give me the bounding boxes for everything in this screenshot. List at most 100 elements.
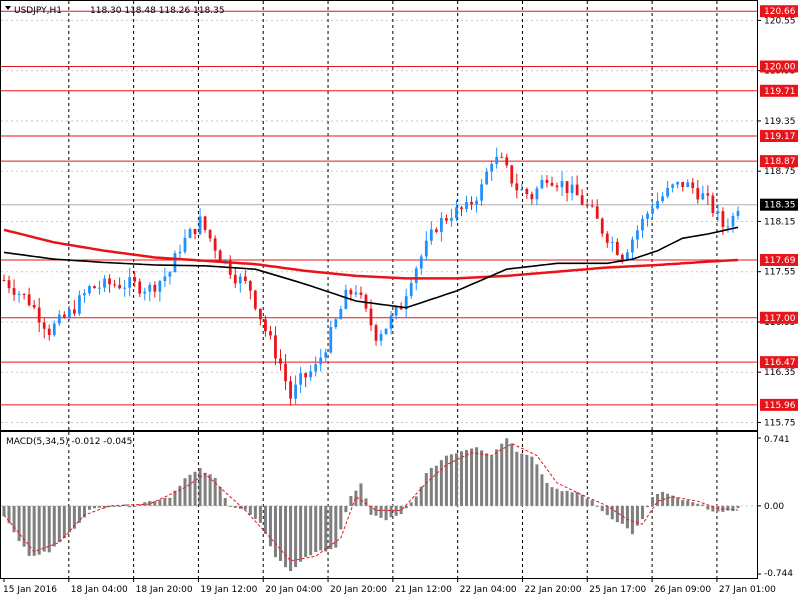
- macd-histogram-bar: [289, 505, 293, 571]
- macd-histogram-bar: [32, 505, 36, 556]
- candle-body: [424, 240, 428, 257]
- macd-histogram-bar: [384, 505, 388, 521]
- macd-histogram-bar: [530, 456, 534, 506]
- macd-histogram-bar: [294, 505, 298, 568]
- macd-histogram-bar: [585, 499, 589, 506]
- candle-body: [445, 218, 448, 221]
- macd-histogram-bar: [47, 505, 51, 553]
- macd-histogram-bar: [359, 483, 363, 506]
- macd-histogram-bar: [233, 505, 237, 508]
- candle-body: [12, 288, 16, 295]
- candle-body: [78, 295, 81, 314]
- candle-body: [158, 280, 162, 292]
- candle-body: [706, 193, 710, 196]
- candle-body: [731, 215, 735, 227]
- macd-histogram-bar: [429, 467, 433, 506]
- candle-body: [22, 293, 26, 295]
- time-tick-label: 25 Jan 17:00: [589, 585, 646, 595]
- candle-body: [525, 189, 529, 195]
- macd-histogram-bar: [27, 505, 31, 556]
- price-tick-label: 116.35: [764, 368, 796, 378]
- candle-body: [716, 211, 720, 213]
- candle-body: [344, 289, 348, 309]
- candle-body: [495, 156, 499, 165]
- candle-body: [500, 156, 504, 158]
- candle-body: [208, 229, 212, 239]
- chart-canvas[interactable]: 120.55119.95119.35118.75118.15117.55116.…: [0, 0, 800, 600]
- candle-body: [274, 335, 277, 359]
- candle-body: [233, 274, 237, 284]
- macd-histogram-bar: [595, 505, 599, 507]
- candle-body: [27, 294, 31, 306]
- time-tick-label: 18 Jan 04:00: [71, 585, 128, 595]
- macd-histogram-bar: [168, 497, 172, 506]
- macd-histogram-bar: [701, 504, 705, 506]
- price-tick-label: 118.75: [764, 167, 796, 177]
- candle-body: [83, 293, 86, 296]
- macd-histogram-bar: [444, 455, 448, 506]
- time-tick-label: 27 Jan 01:00: [719, 585, 776, 595]
- candle-body: [379, 334, 383, 341]
- candle-body: [510, 165, 514, 184]
- time-tick-label: 15 Jan 2016: [3, 585, 57, 595]
- macd-histogram-bar: [183, 478, 187, 506]
- candle-body: [535, 188, 539, 200]
- candle-body: [153, 284, 157, 292]
- macd-histogram-bar: [309, 505, 313, 556]
- time-tick-label: 19 Jan 12:00: [200, 585, 257, 595]
- candle-body: [480, 184, 483, 201]
- candle-body: [289, 381, 292, 399]
- macd-histogram-bar: [273, 505, 277, 558]
- candle-body: [530, 194, 534, 200]
- macd-histogram-bar: [600, 505, 604, 512]
- candle-body: [721, 211, 725, 227]
- candle-body: [374, 325, 378, 341]
- macd-histogram-bar: [666, 493, 670, 506]
- candle-body: [580, 195, 584, 205]
- macd-histogram-bar: [248, 505, 252, 515]
- macd-histogram-bar: [314, 505, 318, 553]
- time-tick-label: 22 Jan 04:00: [460, 585, 517, 595]
- level-tag-label: 120.00: [764, 62, 796, 72]
- candle-body: [324, 352, 328, 358]
- macd-histogram-bar: [575, 492, 579, 506]
- candle-body: [465, 201, 468, 209]
- candle-body: [696, 187, 700, 200]
- candle-body: [681, 181, 685, 188]
- candle-body: [238, 276, 242, 284]
- macd-histogram-bar: [203, 472, 207, 506]
- macd-histogram-bar: [681, 500, 685, 506]
- macd-histogram-bar: [640, 505, 644, 520]
- macd-histogram-bar: [319, 505, 323, 551]
- macd-histogram-bar: [37, 505, 41, 555]
- candle-body: [560, 181, 564, 188]
- candle-body: [264, 319, 267, 332]
- macd-histogram-bar: [339, 505, 343, 530]
- level-tag-label: 116.47: [764, 358, 796, 368]
- macd-histogram-bar: [268, 505, 272, 547]
- candle-body: [575, 184, 579, 196]
- candle-body: [475, 200, 478, 205]
- macd-histogram-bar: [706, 505, 710, 510]
- candle-body: [193, 229, 197, 235]
- macd-histogram-bar: [379, 505, 383, 518]
- macd-histogram-bar: [52, 505, 56, 547]
- candle-body: [138, 281, 142, 294]
- price-tick-label: 118.15: [764, 217, 796, 227]
- time-tick-label: 22 Jan 20:00: [524, 585, 581, 595]
- price-tick-label: 117.55: [764, 268, 796, 278]
- macd-histogram-bar: [545, 482, 549, 506]
- candle-body: [304, 373, 308, 378]
- candle-body: [213, 238, 217, 251]
- candle-body: [565, 181, 569, 193]
- candle-body: [128, 277, 132, 288]
- level-tag-label: 119.17: [764, 132, 796, 142]
- macd-histogram-bar: [404, 505, 408, 509]
- candle-body: [656, 201, 659, 209]
- candle-body: [168, 272, 172, 277]
- candle-body: [319, 357, 323, 365]
- candle-body: [329, 327, 333, 353]
- macd-histogram-bar: [540, 474, 544, 506]
- macd-histogram-bar: [324, 505, 328, 552]
- candle-body: [691, 182, 695, 188]
